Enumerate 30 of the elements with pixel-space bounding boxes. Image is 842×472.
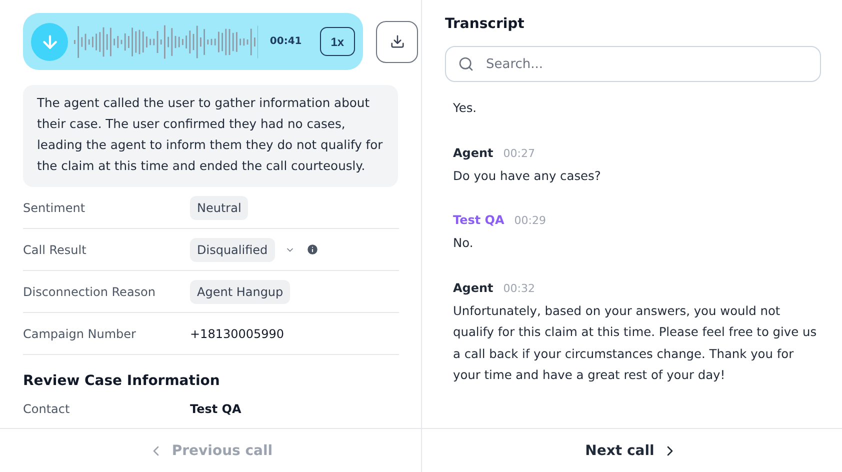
field-label: Disconnection Reason: [23, 284, 156, 298]
search-icon: [458, 56, 474, 72]
value-chip: Neutral: [190, 196, 248, 220]
speaker-name: Agent: [453, 280, 494, 294]
call-summary: The agent called the user to gather information about their case. The user confirmed they had no cases, leading the agent to inform them they do not qualify for the claim at this time and ended the call courteously.: [23, 85, 398, 187]
message-time: 00:32: [503, 282, 535, 294]
message-time: 00:27: [503, 146, 535, 160]
download-button[interactable]: [376, 20, 418, 62]
info-icon[interactable]: [306, 243, 319, 256]
field-value: Test QA: [190, 402, 242, 416]
value-chip: Agent Hangup: [190, 280, 290, 304]
message-time: 00:29: [514, 214, 546, 227]
field-label: Call Result: [23, 242, 88, 256]
field-label: Sentiment: [23, 200, 86, 214]
message-text: Do you have any cases?: [453, 168, 602, 184]
result-select[interactable]: Disqualified: [190, 238, 275, 262]
field-label: Contact: [23, 402, 71, 416]
playback-time: 00:41: [270, 36, 302, 47]
section-title: Review Case Information: [23, 373, 221, 389]
message-text: Yes.: [453, 100, 478, 117]
message-text: Unfortunately, based on your answers, you would not qualify for this claim at this time. Please feel free to give us a call back if your circumstances change. Thank you for your time and have a great rest of your day!: [453, 302, 818, 384]
search-field[interactable]: Search...: [445, 46, 821, 82]
transcript-title: Transcript: [445, 16, 526, 32]
download-icon: [390, 34, 404, 49]
speaker-name: Test QA: [453, 213, 504, 227]
speaker-name: Agent: [453, 146, 494, 160]
field-label: Campaign Number: [23, 326, 137, 340]
speed-button[interactable]: 1x: [320, 27, 355, 56]
field-value: +18130005990: [190, 326, 284, 340]
message-text: No.: [453, 235, 474, 252]
